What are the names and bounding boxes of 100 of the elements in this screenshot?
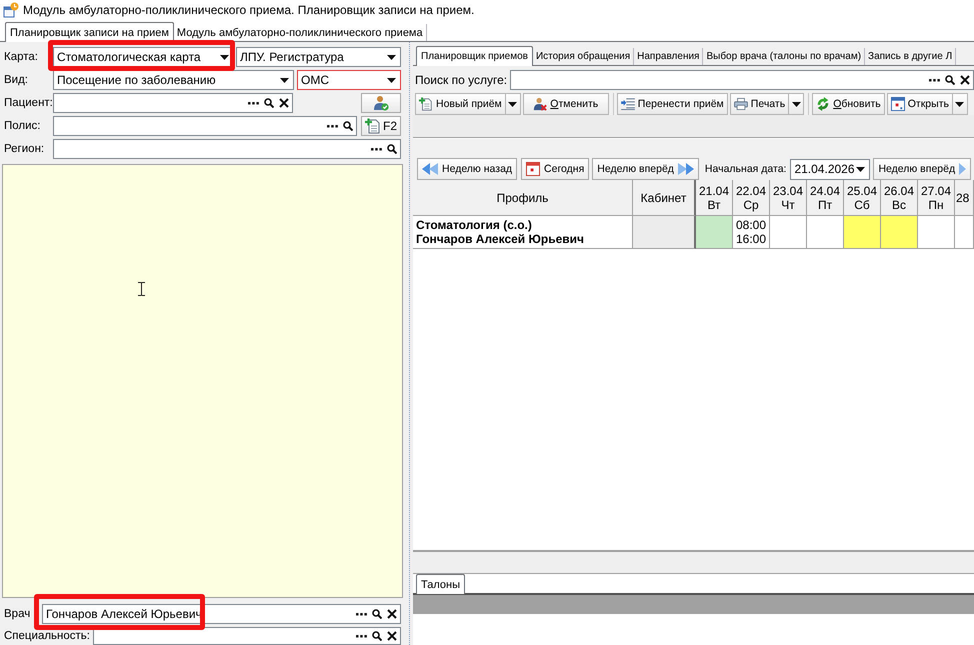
caret-icon[interactable] bbox=[220, 54, 229, 60]
tab[interactable]: Модуль амбулаторно-поликлинического приема bbox=[174, 24, 427, 41]
clear-icon[interactable] bbox=[279, 98, 289, 108]
dropdown-arrow-button[interactable] bbox=[952, 93, 968, 115]
toolbar-button[interactable]: Перенести приём bbox=[616, 93, 728, 115]
lookup-field[interactable] bbox=[53, 116, 357, 136]
dropdown[interactable]: ЛПУ. Регистратура bbox=[236, 47, 401, 67]
day-cell[interactable] bbox=[696, 216, 733, 249]
list-arrow-icon bbox=[620, 98, 635, 110]
tab[interactable]: Запись в другие Л bbox=[865, 48, 956, 65]
text-cursor-icon bbox=[138, 282, 145, 296]
patient-button[interactable] bbox=[361, 93, 401, 113]
day-cell[interactable] bbox=[844, 216, 881, 249]
date-label: 28 bbox=[956, 190, 970, 204]
more-icon[interactable] bbox=[327, 124, 338, 128]
tab[interactable]: Планировщик записи на прием bbox=[5, 22, 174, 42]
date-label: 22.04 bbox=[736, 184, 766, 198]
caret-icon[interactable] bbox=[280, 78, 289, 82]
date-label: 23.04 bbox=[772, 184, 804, 198]
time-label: 08:00 bbox=[736, 218, 768, 232]
refresh-icon bbox=[816, 97, 830, 111]
field-label: Начальная дата: bbox=[704, 162, 786, 176]
clear-icon[interactable] bbox=[960, 75, 970, 85]
right-arrow-icon bbox=[959, 163, 966, 175]
nav-button[interactable]: Сегодня bbox=[521, 158, 590, 180]
lookup-field[interactable]: Гончаров Алексей Юрьевич bbox=[42, 604, 401, 624]
search-icon[interactable] bbox=[372, 609, 382, 619]
dropdown[interactable]: ОМС bbox=[297, 70, 401, 90]
dropdown-arrow-button[interactable] bbox=[506, 93, 521, 115]
toolbar-button[interactable]: Открыть bbox=[886, 93, 953, 115]
search-icon[interactable] bbox=[264, 98, 274, 108]
dropdown-arrow-button[interactable] bbox=[789, 93, 804, 115]
field-label: Поиск по услуге: bbox=[415, 73, 508, 87]
person-cross-icon bbox=[533, 97, 548, 111]
lookup-field[interactable] bbox=[510, 70, 974, 90]
tab[interactable]: Направления bbox=[634, 48, 704, 65]
weekday-label: Ср bbox=[743, 198, 759, 212]
nav-button[interactable]: Неделю вперёд bbox=[592, 158, 699, 180]
column-header: Профиль bbox=[413, 180, 633, 216]
caret-icon[interactable] bbox=[387, 54, 396, 60]
search-icon[interactable] bbox=[387, 144, 397, 154]
tab[interactable]: Талоны bbox=[416, 574, 465, 594]
dropdown[interactable]: Посещение по заболеванию bbox=[53, 70, 294, 90]
more-icon[interactable] bbox=[371, 148, 382, 150]
toolbar-button[interactable]: Отменить bbox=[522, 93, 609, 115]
profile-name: Стоматология (с.о.) bbox=[416, 218, 533, 232]
toolbar-button[interactable]: Новый приём bbox=[415, 93, 506, 115]
more-icon[interactable] bbox=[248, 102, 259, 104]
weekday-label: Пн bbox=[928, 198, 944, 212]
more-icon[interactable] bbox=[929, 78, 940, 82]
field-label: Регион: bbox=[4, 142, 46, 156]
day-cell[interactable] bbox=[955, 216, 974, 249]
field-label: Врач bbox=[4, 607, 30, 621]
tab[interactable]: Выбор врача (талоны по врачам) bbox=[703, 48, 866, 65]
nav-button[interactable]: Неделю назад bbox=[417, 158, 518, 180]
search-icon[interactable] bbox=[343, 121, 353, 131]
day-cell[interactable] bbox=[918, 216, 955, 249]
day-cell[interactable] bbox=[881, 216, 918, 249]
date-label: 27.04 bbox=[920, 184, 952, 198]
day-cell[interactable] bbox=[770, 216, 807, 249]
search-icon[interactable] bbox=[372, 631, 382, 641]
nav-button[interactable]: Неделю вперёд bbox=[873, 158, 972, 180]
user-check-icon bbox=[373, 95, 389, 111]
date-picker[interactable]: 21.04.2026 bbox=[790, 158, 870, 180]
toolbar-button[interactable]: Печать bbox=[730, 93, 790, 115]
clear-icon[interactable] bbox=[387, 631, 397, 641]
clear-icon[interactable] bbox=[387, 609, 397, 619]
date-label: 21.04 bbox=[698, 184, 730, 198]
more-icon[interactable] bbox=[356, 634, 367, 638]
toolbar-button[interactable]: Обновить bbox=[812, 93, 885, 115]
tab[interactable]: История обращения bbox=[532, 48, 634, 65]
field-label: Полис: bbox=[4, 119, 42, 133]
caret-icon[interactable] bbox=[508, 102, 518, 106]
caret-icon[interactable] bbox=[792, 102, 801, 106]
calendar-icon bbox=[890, 97, 905, 111]
day-cell[interactable]: 08:00 16:00 bbox=[733, 216, 770, 249]
left-arrow-icon bbox=[422, 163, 438, 175]
field-label: Вид: bbox=[4, 73, 29, 87]
window-title: Модуль амбулаторно-поликлинического приема. Планировщик записи на прием. bbox=[23, 3, 474, 17]
lookup-field[interactable] bbox=[53, 139, 401, 159]
weekday-label: Чт bbox=[781, 198, 795, 212]
more-icon[interactable] bbox=[356, 612, 367, 616]
date-label: 26.04 bbox=[884, 184, 914, 198]
tab[interactable]: Планировщик приемов bbox=[416, 46, 533, 66]
caret-icon[interactable] bbox=[856, 166, 866, 172]
search-icon[interactable] bbox=[945, 75, 955, 85]
time-label: 16:00 bbox=[736, 232, 768, 246]
document-plus-icon bbox=[364, 118, 381, 134]
f2-button[interactable]: F2 bbox=[361, 116, 401, 136]
field-label: Пациент: bbox=[4, 96, 53, 110]
field-label: Карта: bbox=[4, 50, 39, 64]
lookup-field[interactable] bbox=[53, 93, 293, 113]
calendar-icon bbox=[526, 162, 540, 176]
day-cell[interactable] bbox=[807, 216, 844, 249]
lookup-field[interactable] bbox=[93, 627, 401, 645]
field-label: Специальность: bbox=[4, 629, 90, 643]
caret-icon[interactable] bbox=[387, 78, 396, 82]
caret-icon[interactable] bbox=[955, 102, 964, 106]
weekday-label: Вт bbox=[707, 198, 721, 212]
weekday-label: Сб bbox=[854, 198, 870, 212]
